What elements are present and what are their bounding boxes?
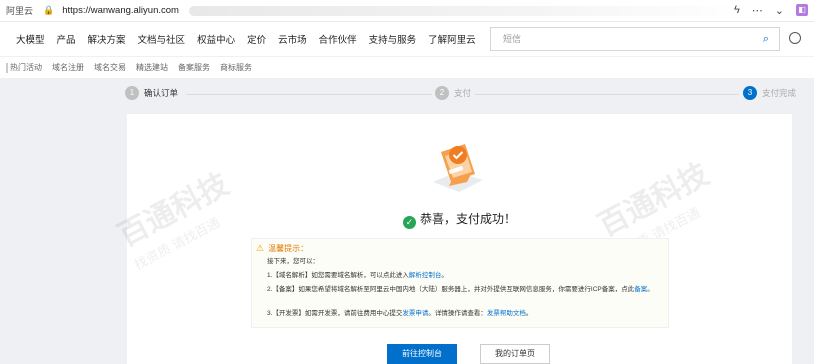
invoice-help-link[interactable]: 发票帮助文档 — [487, 310, 526, 317]
step-number: 2 — [435, 86, 449, 100]
subnav-item-trademark[interactable]: 商标服务 — [220, 62, 252, 73]
check-icon: ✓ — [402, 216, 416, 229]
success-illustration — [433, 144, 483, 192]
search-input[interactable] — [491, 28, 731, 50]
step-number: 3 — [743, 86, 757, 100]
warning-icon: ⚠ — [256, 243, 265, 253]
nav-item-partners[interactable]: 合作伙伴 — [319, 32, 357, 46]
success-text: 恭喜，支付成功！ — [419, 212, 516, 226]
progress-steps: 1 确认订单 2 支付 3 支付完成 — [0, 86, 814, 106]
step-number: 1 — [125, 86, 139, 100]
nav-item-products[interactable]: 产品 — [57, 32, 76, 46]
bolt-icon[interactable]: ϟ — [734, 4, 740, 17]
nav-item-marketplace[interactable]: 云市场 — [278, 32, 307, 46]
step-label: 支付完成 — [762, 88, 797, 98]
extension-icon[interactable]: ◧ — [796, 4, 808, 16]
step-line — [475, 94, 739, 95]
nav-item-solutions[interactable]: 解决方案 — [88, 32, 126, 46]
tip-box: ⚠ 温馨提示： 接下来，您可以： 1.【域名解析】如您需要域名解析，可以点此进入… — [251, 238, 669, 328]
url-field[interactable]: https://wanwang.aliyun.com — [62, 5, 179, 16]
nav-item-docs[interactable]: 文档与社区 — [138, 32, 186, 46]
top-navigation: 大模型 产品 解决方案 文档与社区 权益中心 定价 云市场 合作伙伴 支持与服务… — [0, 22, 814, 56]
nav-item-pricing[interactable]: 定价 — [247, 32, 266, 46]
step-label: 确认订单 — [144, 88, 179, 98]
user-icon[interactable] — [789, 32, 801, 44]
site-label: 阿里云 — [6, 6, 34, 16]
result-card: 百通科技 找资质 请找百通 百通科技 找资质 请找百通 ✓ 恭喜，支付成功！ ⚠ 温馨… — [113, 114, 792, 364]
step-label: 支付 — [454, 88, 472, 98]
browser-address-bar: 阿里云 🔒 https://wanwang.aliyun.com ϟ ⋯ ⌄ ◧ — [0, 0, 814, 22]
subnav-item-trade[interactable]: 域名交易 — [94, 62, 126, 73]
more-icon[interactable]: ⋯ — [752, 4, 763, 17]
subnav-item-hot[interactable]: 热门活动 — [10, 62, 42, 73]
step-complete: 3 支付完成 — [743, 86, 796, 100]
nav-item-model[interactable]: 大模型 — [16, 32, 45, 46]
tip-line-3: 3.【开发票】如需开发票，请前往费用中心提交发票申请。详情操作请查看：发票帮助文… — [267, 310, 533, 317]
divider — [6, 63, 8, 73]
subnav-item-sites[interactable]: 精选建站 — [136, 62, 168, 73]
sub-navigation: 热门活动 域名注册 域名交易 精选建站 备案服务 商标服务 — [0, 56, 814, 78]
go-console-button[interactable]: 前往控制台 — [387, 344, 457, 364]
invoice-apply-link[interactable]: 发票申请 — [402, 310, 428, 317]
nav-item-about[interactable]: 了解阿里云 — [428, 32, 476, 46]
nav-item-support[interactable]: 支持与服务 — [369, 32, 417, 46]
step-confirm-order: 1 确认订单 — [125, 86, 178, 100]
success-message: ✓ 恭喜，支付成功！ — [127, 210, 792, 229]
dns-console-link[interactable]: 解析控制台 — [409, 272, 442, 279]
tip-line-1: 1.【域名解析】如您需要域名解析，可以点此进入解析控制台。 — [267, 272, 448, 279]
icp-link[interactable]: 备案 — [634, 286, 647, 293]
search-icon[interactable]: ⌕ — [763, 33, 769, 46]
my-orders-button[interactable]: 我的订单页 — [480, 344, 550, 364]
subnav-item-register[interactable]: 域名注册 — [52, 62, 84, 73]
tip-line-2: 2.【备案】如果您希望将域名解析至阿里云中国内地（大陆）服务器上，并对外提供互联… — [267, 286, 654, 293]
chevron-down-icon[interactable]: ⌄ — [775, 4, 784, 17]
blurred-area — [188, 5, 749, 16]
nav-item-benefits[interactable]: 权益中心 — [197, 32, 235, 46]
tip-intro: 接下来，您可以： — [267, 258, 319, 265]
step-line — [186, 94, 432, 95]
subnav-item-icp[interactable]: 备案服务 — [178, 62, 210, 73]
lock-icon: 🔒 — [43, 5, 55, 15]
search-box: ⌕ — [490, 27, 780, 51]
tip-title: 温馨提示： — [268, 244, 309, 253]
step-pay: 2 支付 — [435, 86, 471, 100]
